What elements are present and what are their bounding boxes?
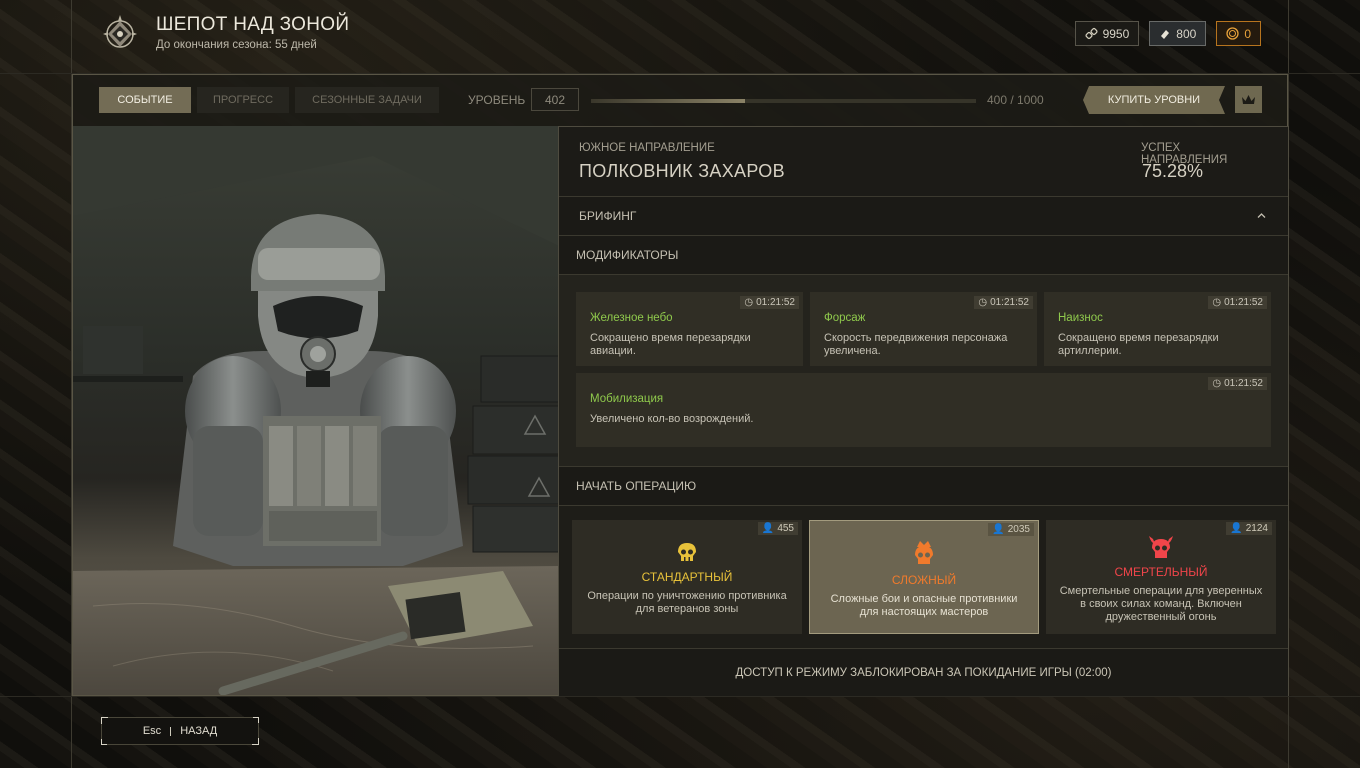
modifier-timer-value: 01:21:52 (990, 297, 1029, 308)
modifier-title: Наизнос (1058, 312, 1103, 324)
clock-icon: ◷ (1212, 297, 1222, 308)
modifier-timer-value: 01:21:52 (1224, 378, 1263, 389)
operation-title: СТАНДАРТНЫЙ (641, 570, 733, 584)
modifier-card[interactable]: ◷ 01:21:52 Мобилизация Увеличено кол-во в… (576, 373, 1271, 447)
modifier-title: Железное небо (590, 312, 673, 324)
soldier-illustration (73, 126, 558, 695)
modifier-card[interactable]: ◷ 01:21:52 Наизнос Сокращено время переза… (1044, 292, 1271, 366)
tab-event[interactable]: СОБЫТИЕ (99, 87, 191, 113)
clock-icon: ◷ (744, 297, 754, 308)
operation-hard[interactable]: 👤 2035 СЛОЖНЫЙ Сложные бои и опасные прот… (809, 520, 1039, 634)
horned-skull-icon (1149, 536, 1173, 558)
crown-icon (1242, 94, 1255, 104)
operation-standard[interactable]: 👤 455 СТАНДАРТНЫЙ Операции по уничтожению… (572, 520, 802, 634)
modifier-description: Сокращено время перезарядки артиллерии. (1058, 332, 1219, 357)
back-label: НАЗАД (180, 725, 218, 737)
season-remaining: До окончания сезона: 55 дней (156, 38, 317, 51)
level-label: УРОВЕНЬ (468, 93, 526, 107)
modifier-timer: ◷ 01:21:52 (974, 296, 1033, 309)
operation-deadly[interactable]: 👤 2124 СМЕРТЕЛЬНЫЙ Смертельные операции д… (1046, 520, 1276, 634)
operation-title: СМЕРТЕЛЬНЫЙ (1114, 565, 1208, 579)
commander-portrait (72, 126, 558, 696)
player-icon: 👤 (1230, 523, 1243, 534)
currency-chain-value: 9950 (1102, 26, 1130, 41)
level-progress-bar (591, 99, 976, 103)
level-progress-fill (591, 99, 745, 103)
modifiers-label: МОДИФИКАТОРЫ (576, 248, 679, 262)
operation-description: Операции по уничтожению противника для в… (587, 590, 787, 615)
operation-modes: 👤 455 СТАНДАРТНЫЙ Операции по уничтожению… (559, 506, 1288, 649)
season-emblem-icon (103, 15, 137, 48)
modifier-description: Скорость передвижения персонажа увеличен… (824, 332, 1008, 357)
frame-line-bottom (0, 696, 1360, 697)
direction-success-value: 75.28% (1142, 161, 1204, 181)
direction-header: ЮЖНОЕ НАПРАВЛЕНИЕ ПОЛКОВНИК ЗАХАРОВ УСПЕ… (559, 127, 1288, 197)
tab-season-tasks[interactable]: СЕЗОННЫЕ ЗАДАЧИ (295, 87, 439, 113)
back-button[interactable]: Esc НАЗАД (101, 717, 259, 745)
modifier-timer-value: 01:21:52 (1224, 297, 1263, 308)
players-count: 👤 2124 (1226, 522, 1272, 535)
players-count-value: 2124 (1245, 523, 1268, 534)
currency-bar: 9950 800 0 (1074, 21, 1261, 46)
operation-panel: ЮЖНОЕ НАПРАВЛЕНИЕ ПОЛКОВНИК ЗАХАРОВ УСПЕ… (558, 126, 1289, 696)
gold-coin-icon (1226, 27, 1239, 40)
currency-gold[interactable]: 0 (1216, 21, 1261, 46)
briefing-label: БРИФИНГ (579, 209, 637, 223)
modifier-timer: ◷ 01:21:52 (740, 296, 799, 309)
crowned-skull-icon (915, 541, 933, 564)
chevron-up-icon (1257, 213, 1266, 218)
modifier-card[interactable]: ◷ 01:21:52 Форсаж Скорость передвижения п… (810, 292, 1037, 366)
tab-bar: СОБЫТИЕ ПРОГРЕСС СЕЗОННЫЕ ЗАДАЧИ УРОВЕНЬ… (72, 74, 1288, 126)
player-icon: 👤 (992, 524, 1005, 535)
level-value: 402 (531, 88, 579, 111)
season-header: ШЕПОТ НАД ЗОНОЙ До окончания сезона: 55 … (100, 12, 349, 52)
start-operation-label: НАЧАТЬ ОПЕРАЦИЮ (576, 479, 697, 493)
modifier-timer: ◷ 01:21:52 (1208, 377, 1267, 390)
player-icon: 👤 (761, 523, 775, 534)
modifier-description: Увеличено кол-во возрождений. (590, 413, 754, 425)
players-count: 👤 2035 (988, 523, 1034, 536)
modifier-title: Мобилизация (590, 393, 664, 405)
modifiers-header: МОДИФИКАТОРЫ (559, 236, 1288, 275)
skull-icon (678, 543, 696, 561)
operation-title: СЛОЖНЫЙ (891, 573, 957, 587)
operation-description: Сложные бои и опасные противники для нас… (830, 593, 1018, 618)
players-count-value: 455 (777, 523, 794, 534)
start-operation-header: НАЧАТЬ ОПЕРАЦИЮ (559, 467, 1288, 506)
currency-chain[interactable]: 9950 (1074, 21, 1140, 46)
season-title: ШЕПОТ НАД ЗОНОЙ (156, 13, 350, 35)
tab-progress[interactable]: ПРОГРЕСС (197, 87, 289, 113)
direction-label: ЮЖНОЕ НАПРАВЛЕНИЕ (579, 142, 715, 154)
players-count: 👤 455 (757, 522, 798, 535)
modifier-card[interactable]: ◷ 01:21:52 Железное небо Сокращено время … (576, 292, 803, 366)
direction-commander-name: ПОЛКОВНИК ЗАХАРОВ (579, 161, 785, 181)
chain-icon (1085, 27, 1098, 40)
modifier-description: Сокращено время перезарядки авиации. (590, 332, 751, 357)
buy-levels-button[interactable]: КУПИТЬ УРОВНИ (1083, 86, 1225, 114)
currency-gold-value: 0 (1244, 26, 1251, 41)
players-count-value: 2035 (1007, 524, 1030, 535)
operation-description: Смертельные операции для уверенных в сво… (1059, 585, 1263, 623)
modifier-title: Форсаж (824, 312, 866, 324)
level-progress-text: 400 / 1000 (987, 93, 1044, 107)
currency-tickets-value: 800 (1176, 26, 1197, 41)
ticket-icon (1161, 29, 1170, 39)
briefing-toggle[interactable]: БРИФИНГ (559, 197, 1288, 236)
separator (170, 726, 172, 736)
modifiers-list: ◷ 01:21:52 Железное небо Сокращено время … (559, 275, 1288, 467)
mode-locked-message: ДОСТУП К РЕЖИМУ ЗАБЛОКИРОВАН ЗА ПОКИДАНИ… (559, 649, 1288, 696)
premium-crown-button[interactable] (1235, 86, 1262, 113)
modifier-timer-value: 01:21:52 (756, 297, 795, 308)
currency-tickets[interactable]: 800 (1149, 21, 1207, 46)
modifier-timer: ◷ 01:21:52 (1208, 296, 1267, 309)
clock-icon: ◷ (1212, 378, 1222, 389)
clock-icon: ◷ (978, 297, 988, 308)
back-key-hint: Esc (142, 725, 162, 737)
